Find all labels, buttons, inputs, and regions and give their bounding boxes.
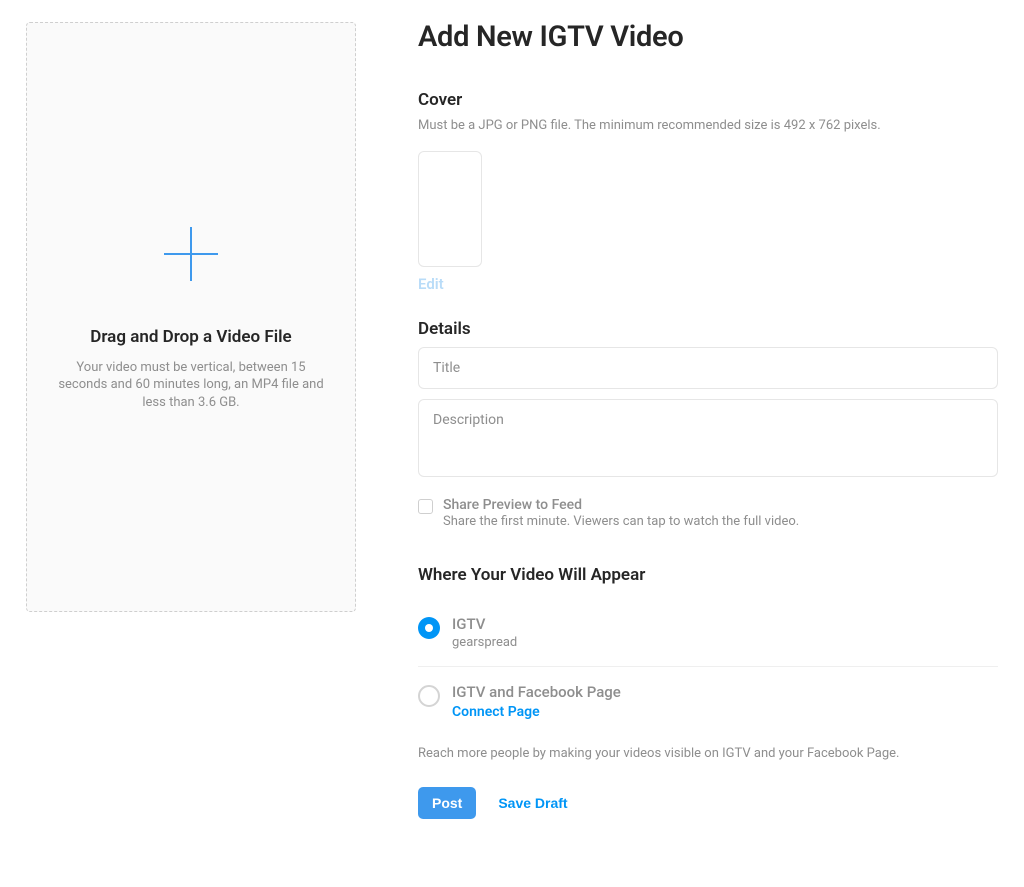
title-input[interactable]	[418, 347, 998, 389]
description-input[interactable]	[418, 399, 998, 477]
details-section: Details Share Preview to Feed Share the …	[418, 319, 998, 529]
post-button[interactable]: Post	[418, 787, 476, 819]
video-dropzone[interactable]: Drag and Drop a Video File Your video mu…	[26, 22, 356, 612]
page: Drag and Drop a Video File Your video mu…	[0, 0, 1024, 841]
dropzone-description: Your video must be vertical, between 15 …	[56, 359, 326, 412]
cover-section: Cover Must be a JPG or PNG file. The min…	[418, 90, 998, 293]
share-preview-text: Share Preview to Feed Share the first mi…	[443, 497, 799, 529]
section-title-appear: Where Your Video Will Appear	[418, 565, 998, 585]
connect-page-link[interactable]: Connect Page	[452, 704, 540, 720]
dropzone-heading: Drag and Drop a Video File	[90, 327, 291, 347]
radio-igtv[interactable]	[418, 617, 440, 639]
form-actions: Post Save Draft	[418, 787, 998, 819]
option-label: IGTV	[452, 615, 517, 633]
section-title-cover: Cover	[418, 90, 998, 110]
appear-section: Where Your Video Will Appear IGTV gearsp…	[418, 565, 998, 761]
option-sub: gearspread	[452, 635, 517, 650]
cover-helper: Must be a JPG or PNG file. The minimum r…	[418, 118, 998, 133]
share-preview-label: Share Preview to Feed	[443, 497, 799, 513]
share-preview-sub: Share the first minute. Viewers can tap …	[443, 514, 799, 529]
share-preview-checkbox[interactable]	[418, 499, 433, 514]
section-title-details: Details	[418, 319, 998, 339]
form-panel: Add New IGTV Video Cover Must be a JPG o…	[418, 22, 998, 819]
save-draft-button[interactable]: Save Draft	[498, 795, 567, 811]
cover-edit-button[interactable]: Edit	[418, 275, 444, 293]
cover-thumbnail[interactable]	[418, 151, 482, 267]
plus-icon	[160, 223, 222, 289]
reach-helper: Reach more people by making your videos …	[418, 746, 998, 761]
option-label: IGTV and Facebook Page	[452, 683, 621, 701]
appear-option-igtv[interactable]: IGTV gearspread	[418, 599, 998, 666]
appear-option-igtv-facebook[interactable]: IGTV and Facebook Page Connect Page	[418, 666, 998, 736]
page-title: Add New IGTV Video	[418, 20, 998, 54]
radio-igtv-facebook[interactable]	[418, 685, 440, 707]
share-preview-row: Share Preview to Feed Share the first mi…	[418, 497, 998, 529]
